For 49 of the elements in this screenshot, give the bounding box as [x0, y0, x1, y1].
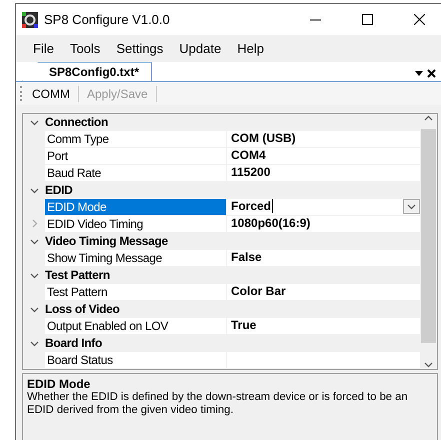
property-name[interactable]: EDID Mode	[45, 198, 226, 216]
dropdown-arrow-icon[interactable]	[415, 71, 423, 76]
property-value: COM4	[227, 148, 420, 165]
category-label: Board Info	[45, 334, 102, 352]
close-icon[interactable]	[427, 69, 436, 78]
chevron-icon[interactable]	[30, 304, 38, 314]
property-name[interactable]: Output Enabled on LOV	[45, 318, 226, 335]
property-value: True	[227, 318, 420, 335]
chevron-icon[interactable]	[30, 236, 38, 246]
chevron-icon[interactable]	[30, 338, 38, 348]
property-value: 1080p60(16:9)	[227, 216, 420, 233]
property-name[interactable]: Show Timing Message	[45, 250, 226, 267]
menu-item[interactable]: Update	[172, 40, 228, 56]
chevron-down-icon[interactable]	[407, 202, 416, 212]
category-label: EDID	[45, 182, 72, 199]
maximize-icon	[362, 14, 372, 25]
menu-item[interactable]: Tools	[62, 40, 108, 56]
menu-item[interactable]: File	[26, 40, 61, 56]
close-icon	[414, 14, 424, 25]
description-title: EDID Mode	[27, 376, 92, 391]
category-label: Loss of Video	[45, 300, 120, 318]
app-gear-icon	[22, 12, 38, 28]
menu-item[interactable]: Help	[230, 40, 271, 56]
chevron-icon[interactable]	[30, 270, 38, 280]
scroll-up-icon[interactable]	[424, 114, 433, 123]
property-value: 115200	[227, 164, 420, 182]
property-name[interactable]: Comm Type	[45, 130, 226, 148]
category-label: Test Pattern	[45, 266, 110, 284]
property-name[interactable]: Board Status	[45, 352, 226, 369]
dropdown-button[interactable]	[403, 199, 420, 214]
property-value: False	[227, 250, 420, 267]
property-name[interactable]: Port	[45, 148, 226, 165]
property-value: COM (USB)	[227, 130, 420, 148]
window-title: SP8 Configure V1.0.0	[44, 12, 171, 27]
description-text: Whether the EDID is defined by the down-stream device or is forced to be an EDID derived from the given video timing.	[27, 390, 409, 417]
toolbar-button[interactable]: COMM	[30, 86, 72, 101]
property-name[interactable]: Baud Rate	[45, 164, 226, 182]
scrollbar[interactable]	[420, 114, 437, 369]
property-name[interactable]: EDID Video Timing	[45, 216, 226, 233]
category-label: Connection	[45, 114, 108, 131]
document-tab[interactable]: SP8Config0.txt*	[22, 62, 152, 82]
scroll-down-icon[interactable]	[424, 360, 433, 369]
chevron-icon[interactable]	[30, 186, 38, 195]
property-value: Color Bar	[227, 284, 420, 301]
property-name[interactable]: Test Pattern	[45, 284, 226, 301]
chevron-icon[interactable]	[30, 118, 38, 127]
property-value-field[interactable]: Forced	[227, 198, 420, 216]
category-label: Video Timing Message	[45, 232, 168, 250]
menu-item[interactable]: Settings	[109, 40, 170, 56]
